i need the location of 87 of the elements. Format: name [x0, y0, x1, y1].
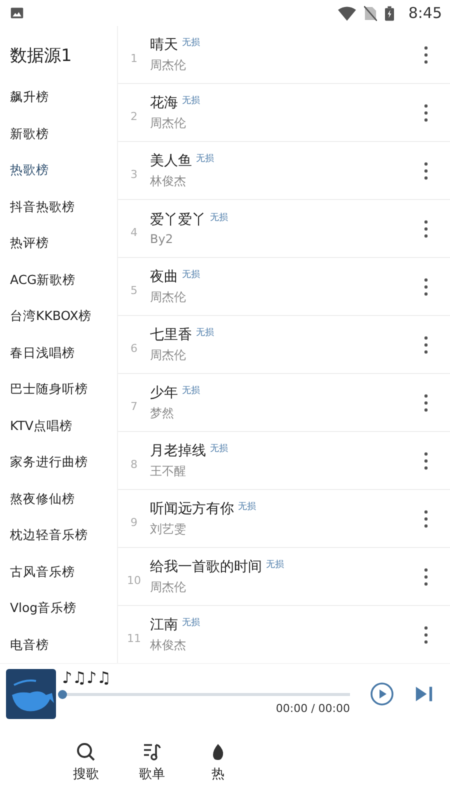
song-title[interactable]: 夜曲	[150, 268, 178, 286]
more-icon[interactable]	[424, 452, 428, 470]
image-icon	[10, 6, 24, 20]
track-number: 4	[130, 225, 138, 239]
artist-name: 周杰伦	[150, 288, 186, 306]
quality-tag: 无损	[182, 616, 200, 628]
track-number: 10	[126, 573, 142, 587]
more-icon[interactable]	[424, 626, 428, 644]
artist-name: 周杰伦	[150, 56, 186, 74]
wifi-icon	[338, 6, 356, 20]
artist-name: 林俊杰	[150, 636, 186, 654]
chart-tab[interactable]: 新歌榜	[10, 116, 49, 152]
artist-name: By2	[150, 232, 173, 246]
clock-time: 8:45	[408, 4, 442, 22]
track-number: 3	[130, 167, 138, 181]
song-title[interactable]: 月老掉线	[150, 442, 206, 460]
more-icon[interactable]	[424, 46, 428, 64]
play-icon[interactable]	[370, 682, 394, 706]
chart-tab[interactable]: 巴士随身听榜	[10, 371, 88, 408]
song-title[interactable]: 听闻远方有你	[150, 500, 234, 518]
track-number: 2	[130, 109, 138, 123]
quality-tag: 无损	[182, 268, 200, 280]
song-title[interactable]: 给我一首歌的时间	[150, 558, 262, 576]
more-icon[interactable]	[424, 510, 428, 528]
chart-tab[interactable]: ACG新歌榜	[10, 262, 76, 298]
playback-time: 00:00 / 00:00	[276, 702, 350, 715]
quality-tag: 无损	[182, 36, 200, 48]
track-number: 11	[126, 631, 142, 645]
more-icon[interactable]	[424, 394, 428, 412]
artist-name: 周杰伦	[150, 114, 186, 132]
artist-name: 梦然	[150, 404, 174, 422]
album-cover[interactable]	[6, 669, 56, 719]
quality-tag: 无损	[182, 94, 200, 106]
quality-tag: 无损	[238, 500, 256, 512]
more-icon[interactable]	[424, 568, 428, 586]
more-icon[interactable]	[424, 162, 428, 180]
track-number: 5	[130, 283, 138, 297]
chart-tab[interactable]: 电音榜	[10, 626, 49, 663]
song-title[interactable]: 爱丫爱丫	[150, 211, 206, 229]
chart-tab[interactable]: 热评榜	[10, 225, 49, 262]
song-title[interactable]: 七里香	[150, 326, 192, 344]
nav-tab[interactable]: 歌单	[132, 742, 172, 782]
more-icon[interactable]	[424, 336, 428, 354]
no-sim-icon	[364, 6, 378, 20]
source-title: 数据源1	[10, 45, 73, 67]
artist-name: 林俊杰	[150, 172, 186, 190]
chart-tab[interactable]: KTV点唱榜	[10, 408, 72, 444]
playlist-icon	[142, 742, 162, 762]
artist-name: 周杰伦	[150, 578, 186, 596]
song-title[interactable]: 少年	[150, 384, 178, 402]
chart-tab[interactable]: 热歌榜	[10, 152, 49, 188]
track-title: ♪♫♪♫	[62, 668, 112, 687]
nav-tab[interactable]: 热	[198, 742, 238, 782]
next-icon[interactable]	[414, 685, 434, 703]
chart-tab[interactable]: 抖音热歌榜	[10, 188, 75, 225]
quality-tag: 无损	[210, 211, 228, 224]
track-number: 7	[130, 399, 138, 413]
chart-tab[interactable]: 春日浅唱榜	[10, 334, 75, 371]
song-title[interactable]: 花海	[150, 94, 178, 112]
quality-tag: 无损	[266, 558, 284, 570]
track-number: 1	[130, 51, 138, 65]
song-title[interactable]: 江南	[150, 616, 178, 634]
chart-tab[interactable]: 台湾KKBOX榜	[10, 298, 92, 334]
song-title[interactable]: 美人鱼	[150, 152, 192, 170]
search-icon	[76, 742, 96, 762]
track-number: 8	[130, 457, 138, 471]
artist-name: 周杰伦	[150, 346, 186, 364]
battery-charging-icon	[385, 6, 394, 20]
chart-tab[interactable]: 飙升榜	[10, 79, 49, 116]
more-icon[interactable]	[424, 104, 428, 122]
chart-tab[interactable]: 熬夜修仙榜	[10, 480, 75, 517]
chart-tab[interactable]: 古风音乐榜	[10, 554, 75, 590]
artist-name: 王不醒	[150, 462, 186, 480]
track-number: 9	[130, 515, 138, 529]
track-number: 6	[130, 341, 138, 355]
quality-tag: 无损	[196, 326, 214, 338]
nav-tab[interactable]: 搜歌	[66, 742, 106, 782]
chart-tab[interactable]: 枕边轻音乐榜	[10, 517, 88, 554]
chart-tab[interactable]: Vlog音乐榜	[10, 590, 77, 626]
more-icon[interactable]	[424, 278, 428, 296]
chart-tab[interactable]: 家务进行曲榜	[10, 444, 88, 480]
quality-tag: 无损	[210, 442, 228, 454]
artist-name: 刘艺雯	[150, 520, 186, 538]
song-title[interactable]: 晴天	[150, 36, 178, 54]
more-icon[interactable]	[424, 220, 428, 238]
quality-tag: 无损	[182, 384, 200, 396]
quality-tag: 无损	[196, 152, 214, 164]
